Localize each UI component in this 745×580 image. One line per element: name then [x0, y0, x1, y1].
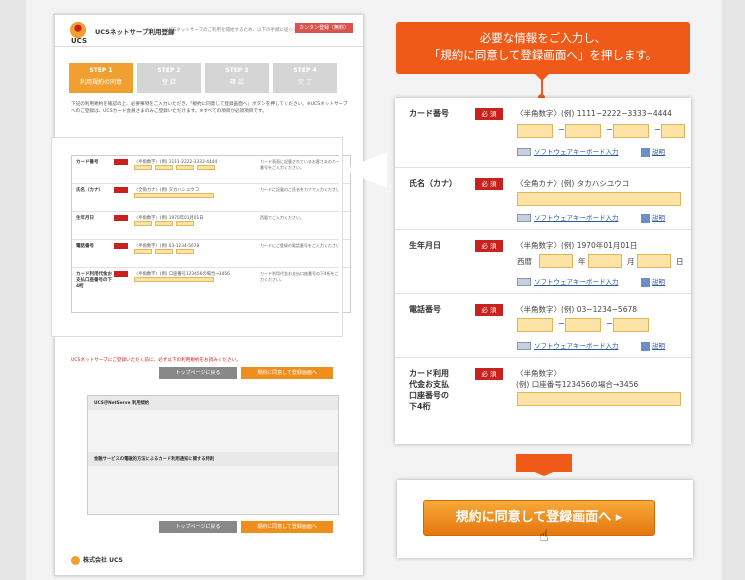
keyboard-icon	[517, 214, 531, 222]
ucs-logo-text: UCS	[71, 37, 87, 45]
zoom-pointer	[343, 152, 387, 188]
row-birth-date: 生年月日 必 須 〈半角数字〉(例) 1970年01月01日 西暦 年 月 日 …	[395, 230, 691, 294]
step-1: STEP 1 利用規約の同意	[69, 63, 133, 93]
mini-back-button-2[interactable]: トップページに戻る	[159, 521, 237, 533]
help-icon	[641, 147, 650, 157]
card-field-4[interactable]	[661, 124, 685, 138]
mini-header: UCS UCSネットサーブ利用登録 UCSネットサーブのご利用を開始するため、以…	[55, 15, 363, 47]
terms-panel[interactable]: UCS＠NetServe 利用規約 金融サービスの電磁的方法によるカード利用通知…	[87, 395, 339, 515]
row-card-number: カード番号 必 須 〈半角数字〉(例) 1111−2222−3333−4444 …	[395, 98, 691, 168]
birth-year-field[interactable]	[539, 254, 573, 268]
entry-button[interactable]: カンタン登録（無料）	[294, 23, 353, 33]
card-field-2[interactable]	[565, 124, 601, 138]
step-4: STEP 4完 了	[273, 63, 337, 93]
mini-agree-button[interactable]: 規約に同意して登録画面へ	[241, 367, 333, 379]
card-field-3[interactable]	[613, 124, 649, 138]
required-badge: 必 須	[475, 240, 503, 252]
help-icon	[641, 277, 650, 287]
account-last4-field[interactable]	[517, 392, 681, 406]
step-indicator: STEP 1 利用規約の同意 STEP 2登 録 STEP 3確 認 STEP 4…	[69, 63, 337, 93]
zoomed-form: カード番号 必 須 〈半角数字〉(例) 1111−2222−3333−4444 …	[395, 98, 691, 444]
row-account-last4: カード利用 代金お支払 口座番号の 下4桁 必 須 〈半角数字〉 (例) 口座番号123…	[395, 358, 691, 444]
down-arrow	[516, 454, 572, 476]
required-badge: 必 須	[475, 304, 503, 316]
terms-title-2: 金融サービスの電磁的方法によるカード利用通知に関する特則	[88, 452, 338, 466]
step-2: STEP 2登 録	[137, 63, 201, 93]
keyboard-icon	[517, 342, 531, 350]
keyboard-icon	[517, 278, 531, 286]
instruction-callout: 必要な情報をご入力し、 「規約に同意して登録画面へ」を押します。	[396, 22, 690, 81]
help-icon	[641, 341, 650, 351]
name-kana-field[interactable]	[517, 192, 681, 206]
software-keyboard-link[interactable]: ソフトウェアキーボード入力	[517, 340, 619, 350]
mini-agree-button-2[interactable]: 規約に同意して登録画面へ	[241, 521, 333, 533]
row-phone: 電話番号 必 須 〈半角数字〉(例) 03−1234−5678 − − ソフトウ…	[395, 294, 691, 358]
required-badge: 必 須	[475, 178, 503, 190]
row-name-kana: 氏名（カナ） 必 須 〈全角カナ〉(例) タカハシユウコ ソフトウェアキーボード…	[395, 168, 691, 230]
step-3: STEP 3確 認	[205, 63, 269, 93]
help-link[interactable]: 説明	[641, 146, 665, 157]
mini-back-button[interactable]: トップページに戻る	[159, 367, 237, 379]
required-badge: 必 須	[475, 368, 503, 380]
software-keyboard-link[interactable]: ソフトウェアキーボード入力	[517, 146, 619, 156]
card-field-1[interactable]	[517, 124, 553, 138]
birth-month-field[interactable]	[588, 254, 622, 268]
mini-title: UCSネットサーブ利用登録	[95, 28, 175, 36]
help-link[interactable]: 説明	[641, 340, 665, 351]
help-link[interactable]: 説明	[641, 212, 665, 223]
phone-field-1[interactable]	[517, 318, 553, 332]
terms-title: UCS＠NetServe 利用規約	[88, 396, 338, 410]
hand-cursor-icon: ☝	[539, 526, 549, 545]
phone-field-3[interactable]	[613, 318, 649, 332]
birth-day-field[interactable]	[637, 254, 671, 268]
highlight-frame	[52, 138, 342, 336]
software-keyboard-link[interactable]: ソフトウェアキーボード入力	[517, 212, 619, 222]
button-zoom-panel: 規約に同意して登録画面へ ▸ ☝	[397, 480, 693, 558]
required-badge: 必 須	[475, 108, 503, 120]
phone-field-2[interactable]	[565, 318, 601, 332]
help-icon	[641, 213, 650, 223]
keyboard-icon	[517, 148, 531, 156]
mini-footer: 株式会社 UCS	[71, 555, 123, 565]
mini-note: UCSネットサーブにご登録いただく前に、必ず以下の利用規約をお読みください。	[71, 358, 241, 363]
ucs-footer-icon	[71, 556, 80, 565]
software-keyboard-link[interactable]: ソフトウェアキーボード入力	[517, 276, 619, 286]
help-link[interactable]: 説明	[641, 276, 665, 287]
mini-intro: 下記の利用規約を確認の上、必要事項をご入力いただき、「規約に同意して登録画面へ」…	[71, 102, 348, 114]
